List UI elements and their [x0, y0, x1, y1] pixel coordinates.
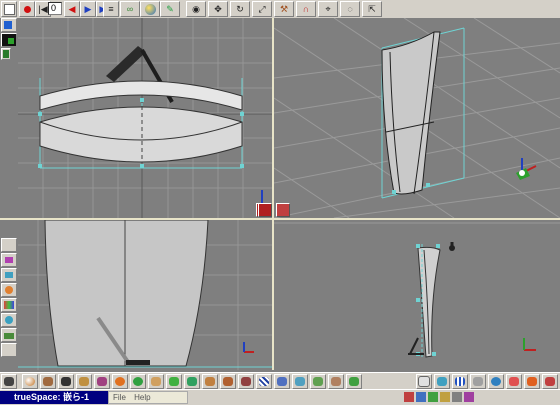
view-front-icon[interactable]	[258, 203, 272, 217]
top-viewport[interactable]	[274, 220, 560, 370]
landscape-icon[interactable]	[1, 328, 17, 342]
perspective-viewport[interactable]	[274, 18, 560, 218]
object-tool-icon[interactable]	[1, 374, 17, 389]
perspective-viewport-canvas[interactable]	[274, 18, 560, 218]
sweep-icon[interactable]	[166, 374, 182, 389]
scene-icon[interactable]	[506, 374, 522, 389]
hammer-icon[interactable]: ⚒	[274, 1, 294, 17]
play-icon[interactable]: ▶	[80, 1, 96, 17]
deform-icon[interactable]	[94, 374, 110, 389]
step-back-icon[interactable]: ◀	[64, 1, 80, 17]
light-icon[interactable]	[1, 253, 17, 267]
black-swatch-icon[interactable]	[1, 33, 17, 47]
checker-icon[interactable]	[256, 374, 272, 389]
anim-icon[interactable]	[292, 374, 308, 389]
rotate-icon[interactable]: ↻	[230, 1, 250, 17]
side-viewport[interactable]	[18, 220, 272, 370]
cylinder-primitive-icon[interactable]	[40, 374, 56, 389]
menu-bar: File Help	[108, 391, 188, 404]
record-icon[interactable]	[19, 1, 35, 17]
left-palette-top	[0, 18, 18, 48]
tray-icon[interactable]	[404, 392, 414, 402]
lasso-icon[interactable]: ◌	[340, 1, 360, 17]
tray-icon[interactable]	[416, 392, 426, 402]
magnet-icon[interactable]: ∩	[296, 1, 316, 17]
pattern-icon[interactable]	[220, 374, 236, 389]
camera-view-icon[interactable]	[434, 374, 450, 389]
top-viewport-canvas[interactable]	[274, 220, 560, 370]
spline-icon[interactable]	[76, 374, 92, 389]
pin-icon[interactable]: ⌖	[318, 1, 338, 17]
material-icon[interactable]	[112, 374, 128, 389]
figure-icon[interactable]	[328, 374, 344, 389]
taskbar: trueSpace: 嵌ら-1 File Help	[0, 389, 560, 405]
left-palette-bottom	[0, 238, 18, 368]
menu-file[interactable]: File	[113, 393, 126, 402]
eye-icon[interactable]: ◉	[186, 1, 206, 17]
green-sphere-icon[interactable]	[130, 374, 146, 389]
film-icon[interactable]	[58, 374, 74, 389]
globe-icon[interactable]	[140, 1, 160, 17]
camera-icon[interactable]	[1, 238, 17, 252]
palette-icon[interactable]	[1, 298, 17, 312]
paint-face-icon[interactable]	[202, 374, 218, 389]
tray-icons	[404, 392, 560, 403]
tray-icon[interactable]	[452, 392, 462, 402]
paint-icon[interactable]: ✎	[160, 1, 180, 17]
front-viewport[interactable]	[18, 18, 272, 218]
boolean-icon[interactable]	[148, 374, 164, 389]
wrap-icon[interactable]	[274, 374, 290, 389]
top-toolbar: |◀ 0 ◀ ▶ ▶| ≡ ∞ ✎ ◉ ✥ ↻ ⤢ ⚒ ∩ ⌖ ◌ ⇱	[0, 0, 560, 19]
sphere-icon[interactable]	[1, 283, 17, 297]
chain-link-icon[interactable]: ∞	[120, 1, 140, 17]
grid-icon[interactable]	[1, 343, 17, 357]
render-icon[interactable]	[470, 374, 486, 389]
front-viewport-canvas[interactable]	[18, 18, 272, 218]
tray-icon[interactable]	[440, 392, 450, 402]
video-icon[interactable]	[524, 374, 540, 389]
side-viewport-canvas[interactable]	[18, 220, 272, 370]
flower-icon[interactable]	[1, 313, 17, 327]
texture-icon[interactable]	[238, 374, 254, 389]
status-indicator-icon[interactable]	[1, 48, 11, 60]
globe-render-icon[interactable]	[488, 374, 504, 389]
help-icon[interactable]	[542, 374, 558, 389]
light-bulb-icon[interactable]	[346, 374, 362, 389]
lathe-icon[interactable]	[184, 374, 200, 389]
scale-icon[interactable]: ⤢	[252, 1, 272, 17]
render-grid-icon[interactable]	[452, 374, 468, 389]
sphere-primitive-icon[interactable]	[22, 374, 38, 389]
plugin-icon[interactable]	[416, 374, 432, 389]
white-square-icon[interactable]	[1, 1, 17, 17]
color-swatch-icon[interactable]	[1, 18, 17, 32]
path-icon[interactable]	[310, 374, 326, 389]
app-title[interactable]: trueSpace: 嵌ら-1	[0, 391, 108, 404]
frame-number-field[interactable]: 0	[48, 2, 62, 15]
object-move-icon[interactable]: ✥	[208, 1, 228, 17]
tray-icon[interactable]	[428, 392, 438, 402]
select-icon[interactable]: ⇱	[362, 1, 382, 17]
cube-icon[interactable]	[1, 268, 17, 282]
view-perspective-icon[interactable]	[276, 203, 290, 217]
tray-icon[interactable]	[464, 392, 474, 402]
menu-help[interactable]: Help	[134, 393, 150, 402]
list-icon[interactable]: ≡	[103, 1, 119, 17]
